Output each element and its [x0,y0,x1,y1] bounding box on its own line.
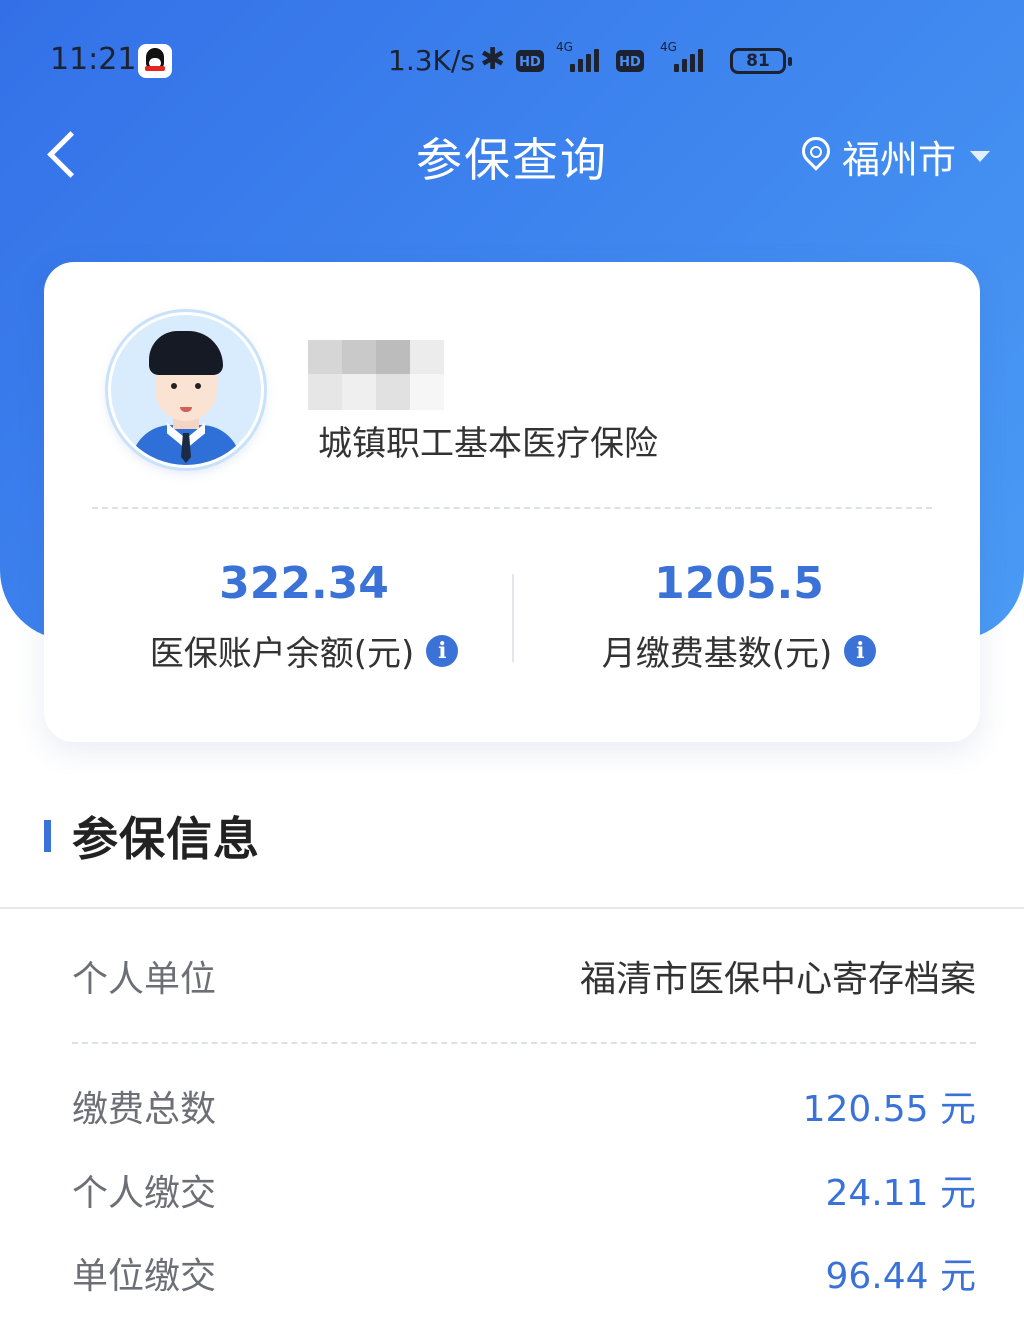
signal-icon: 4G [660,40,708,76]
divider [92,507,932,509]
detail-label: 个人单位 [72,959,217,1000]
info-icon[interactable]: i [426,634,459,667]
status-time: 11:21 [50,42,137,77]
detail-row: 个人缴交 24.11 元 [72,1160,976,1220]
hd-badge: HD [516,50,544,72]
hd-badge: HD [616,50,644,72]
avatar [108,312,264,468]
signal-icon: 4G [556,40,604,76]
detail-label: 单位缴交 [72,1256,217,1297]
balance-value: 322.34 [219,558,389,609]
network-type-label: 4G [660,40,677,54]
detail-value: 96.44 元 [825,1256,976,1297]
status-bar: 11:21 1.3K/s ✱ HD 4G HD 4G 81 [0,40,1024,84]
caret-down-icon [970,150,991,162]
balance-stat: 322.34 医保账户余额(元) i [94,558,514,675]
network-speed: 1.3K/s [388,44,475,77]
city-label: 福州市 [842,137,957,182]
section-divider [0,907,1024,909]
detail-label: 个人缴交 [72,1173,217,1214]
balance-label: 医保账户余额(元) [149,634,415,674]
profile-card: 城镇职工基本医疗保险 322.34 医保账户余额(元) i 1205.5 月缴费… [44,262,980,742]
detail-label: 缴费总数 [72,1089,217,1130]
section-title: 参保信息 [72,812,260,866]
battery-icon: 81 [730,48,792,74]
stat-separator [512,574,514,662]
detail-value: 福清市医保中心寄存档案 [579,959,976,1000]
detail-value: 120.55 元 [802,1089,976,1130]
detail-row: 缴费总数 120.55 元 [72,1076,976,1136]
qq-penguin-icon [138,44,172,78]
base-value: 1205.5 [654,558,824,609]
base-stat: 1205.5 月缴费基数(元) i [529,558,949,675]
network-type-label: 4G [556,40,573,54]
base-label: 月缴费基数(元) [601,634,833,674]
insurance-type: 城镇职工基本医疗保险 [318,424,658,464]
location-pin-icon [800,137,830,175]
detail-row: 个人单位 福清市医保中心寄存档案 [72,946,976,1006]
city-selector[interactable]: 福州市 [800,128,991,184]
nav-bar: 参保查询 福州市 [0,120,1024,190]
bluetooth-icon: ✱ [480,42,506,77]
blurred-user-name [308,340,444,418]
info-icon[interactable]: i [844,634,877,667]
section-marker [44,820,51,852]
detail-row: 单位缴交 96.44 元 [72,1243,976,1303]
detail-value: 24.11 元 [825,1173,976,1214]
divider [72,1042,976,1044]
